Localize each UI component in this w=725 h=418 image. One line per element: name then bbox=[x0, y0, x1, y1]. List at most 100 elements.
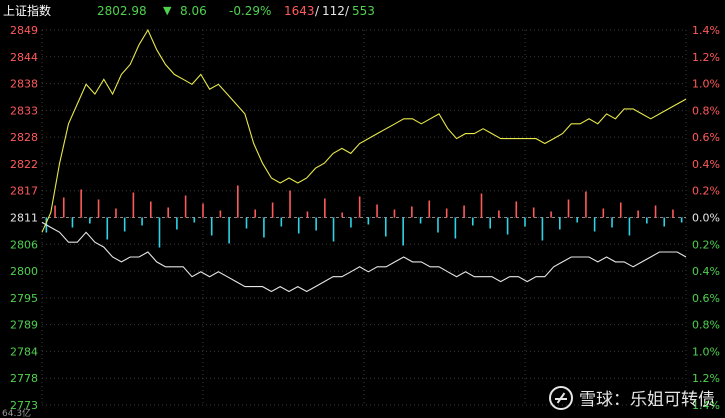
volume-bar bbox=[680, 217, 683, 223]
volume-bar bbox=[637, 210, 639, 218]
volume-bar bbox=[402, 217, 404, 246]
volume-bar bbox=[141, 217, 143, 226]
volume-bar bbox=[176, 217, 178, 230]
volume-bar bbox=[358, 196, 361, 218]
volume-bar bbox=[628, 217, 631, 236]
watermark-text: 雪球：乐姐可转债 bbox=[579, 390, 715, 410]
volume-bar bbox=[149, 201, 152, 218]
y-right-tick: 0.2% bbox=[692, 238, 720, 251]
volume-bar bbox=[602, 208, 605, 218]
xueqiu-logo-icon bbox=[549, 385, 573, 410]
volume-bar bbox=[541, 217, 544, 241]
volume-bar bbox=[228, 217, 230, 244]
volume-bar bbox=[376, 204, 378, 218]
series-line bbox=[41, 28, 687, 233]
y-left-tick: 2838 bbox=[10, 78, 38, 91]
y-right-tick: 1.2% bbox=[692, 51, 720, 64]
volume-bar bbox=[384, 217, 387, 237]
volume-bar bbox=[646, 217, 648, 224]
volume-bar bbox=[106, 217, 109, 240]
volume-bar bbox=[559, 217, 561, 230]
volume-bar bbox=[567, 199, 570, 218]
y-left-tick: 2844 bbox=[10, 51, 38, 64]
volume-bar bbox=[585, 191, 587, 218]
volume-bar bbox=[471, 217, 474, 226]
volume-bar bbox=[245, 217, 248, 229]
volume-bar bbox=[506, 217, 509, 235]
volume-bar bbox=[289, 190, 291, 218]
volume-bar bbox=[672, 209, 674, 218]
volume-bar bbox=[445, 208, 448, 218]
y-left-tick: 2817 bbox=[10, 185, 38, 198]
volume-bar bbox=[219, 210, 222, 218]
volume-bar bbox=[263, 217, 265, 238]
volume-bar bbox=[576, 217, 579, 223]
volume-bar bbox=[123, 217, 126, 232]
watermark: 雪球：乐姐可转债 bbox=[549, 385, 715, 410]
volume-bar bbox=[62, 197, 65, 218]
volume-bar bbox=[202, 203, 204, 218]
volume-label: 64.3亿 bbox=[2, 407, 31, 418]
volume-bar bbox=[167, 207, 169, 218]
y-left-tick: 2784 bbox=[10, 345, 38, 358]
price-lines bbox=[41, 28, 687, 293]
y-right-tick: 0.2% bbox=[692, 185, 720, 198]
volume-bar bbox=[489, 217, 491, 229]
y-left-tick: 2811 bbox=[10, 212, 38, 225]
volume-bar bbox=[332, 217, 335, 242]
y-left-tick: 2789 bbox=[10, 319, 38, 332]
volume-bar bbox=[71, 217, 74, 228]
y-right-tick: 1.2% bbox=[692, 372, 720, 385]
y-right-tick: 0.4% bbox=[692, 265, 720, 278]
volume-bar bbox=[341, 212, 344, 218]
volume-bar bbox=[419, 217, 422, 224]
volume-bar bbox=[306, 211, 309, 218]
volume-bar bbox=[158, 217, 161, 248]
volume-bar bbox=[193, 217, 196, 223]
y-right-tick: 0.6% bbox=[692, 292, 720, 305]
y-right-tick: 0.8% bbox=[692, 319, 720, 332]
volume-bar bbox=[619, 202, 622, 218]
volume-bar bbox=[663, 217, 666, 227]
volume-bar bbox=[463, 205, 465, 218]
volume-bar bbox=[437, 217, 439, 233]
volume-bar bbox=[115, 208, 117, 218]
volume-bar bbox=[428, 200, 431, 218]
volume-bar bbox=[297, 217, 300, 234]
volume-bar bbox=[480, 193, 483, 218]
volume-bar bbox=[611, 217, 613, 228]
y-axis-left: 2849 2844 2838 2833 2828 2822 2817 2811 2806 2800… bbox=[10, 24, 38, 412]
y-left-tick: 2822 bbox=[10, 158, 38, 171]
volume-bar bbox=[367, 217, 370, 225]
y-left-tick: 2795 bbox=[10, 292, 38, 305]
volume-bar bbox=[324, 198, 326, 218]
volume-bar bbox=[393, 209, 396, 218]
y-left-tick: 2828 bbox=[10, 131, 38, 144]
intraday-chart[interactable]: 2849 2844 2838 2833 2828 2822 2817 2811 2806 2800… bbox=[0, 0, 725, 418]
volume-bar bbox=[654, 205, 657, 218]
chart-grid bbox=[41, 29, 687, 406]
volume-bar bbox=[280, 217, 283, 227]
volume-bar bbox=[80, 189, 82, 218]
volume-bar bbox=[550, 211, 552, 218]
volume-bar bbox=[593, 217, 596, 232]
volume-bar bbox=[524, 217, 526, 227]
y-right-tick: 0.8% bbox=[692, 104, 720, 117]
series-line bbox=[41, 221, 687, 293]
y-right-tick: 1.4% bbox=[692, 24, 720, 37]
volume-bar bbox=[454, 217, 457, 239]
volume-bar bbox=[210, 217, 213, 236]
volume-bar bbox=[132, 192, 135, 218]
volume-bar bbox=[271, 202, 274, 218]
volume-bar bbox=[254, 209, 257, 218]
volume-bar bbox=[237, 185, 239, 218]
volume-bar bbox=[498, 210, 500, 218]
y-axis-right: 1.4% 1.2% 1.0% 0.8% 0.6% 0.4% 0.2% 0.0% 0.2% 0.4%… bbox=[692, 24, 720, 412]
y-left-tick: 2849 bbox=[10, 24, 38, 37]
volume-bar bbox=[54, 205, 56, 218]
y-right-tick: 1.0% bbox=[692, 345, 720, 358]
y-left-tick: 2833 bbox=[10, 104, 38, 117]
y-right-tick: 0.0% bbox=[692, 212, 720, 225]
y-left-tick: 2800 bbox=[10, 265, 38, 278]
y-right-tick: 0.6% bbox=[692, 131, 720, 144]
